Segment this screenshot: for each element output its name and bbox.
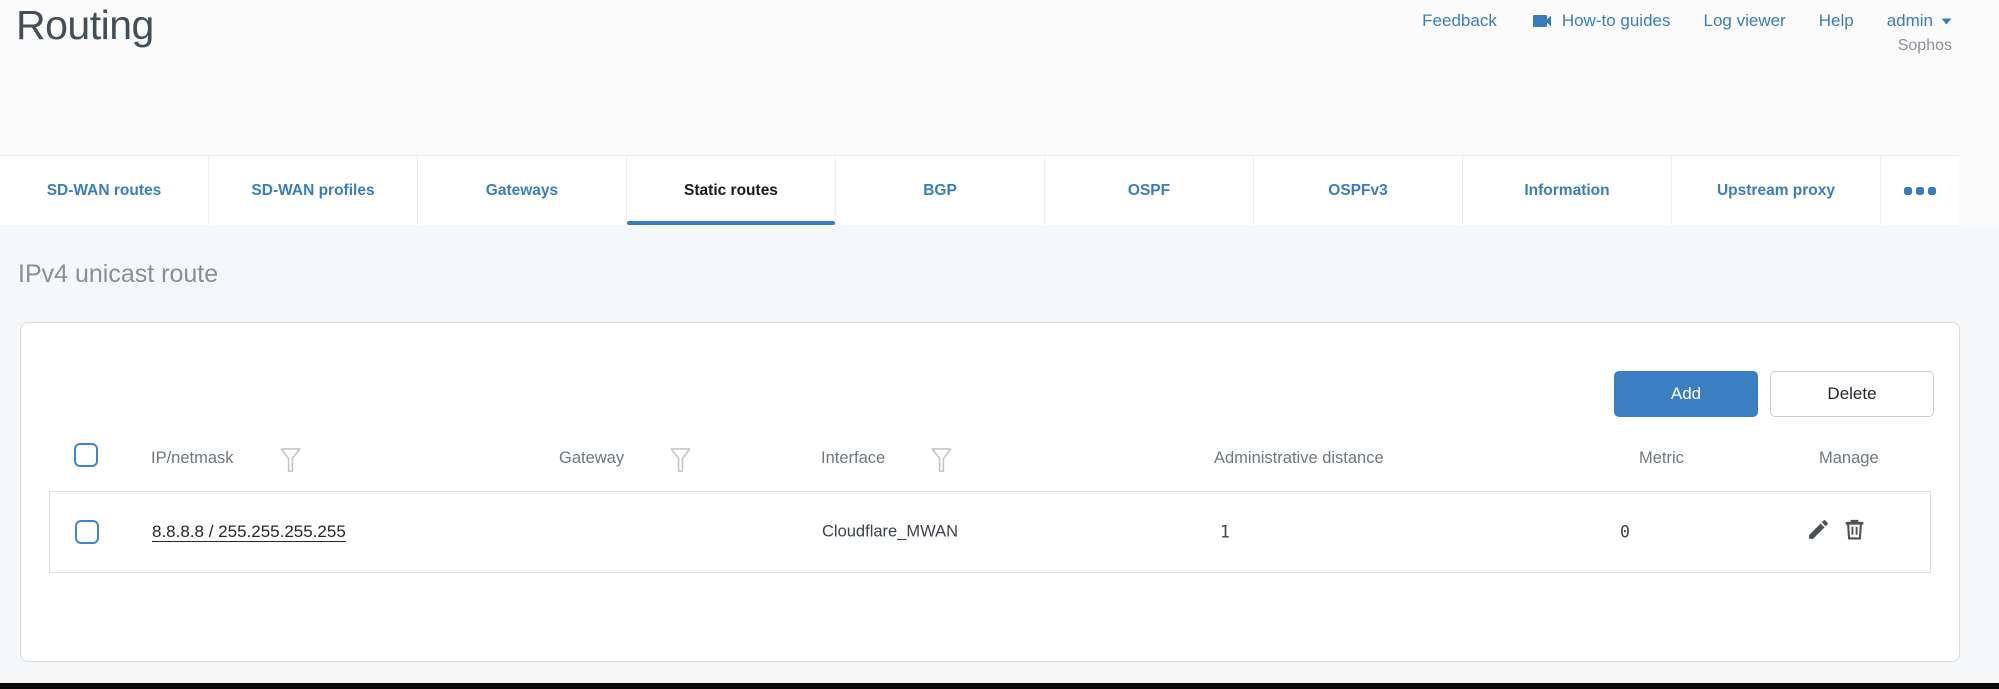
cell-metric: 0 xyxy=(1620,523,1630,542)
tab-static-routes[interactable]: Static routes xyxy=(627,156,836,225)
tab-bar: SD-WAN routes SD-WAN profiles Gateways S… xyxy=(0,155,1959,225)
column-header-ip-netmask: IP/netmask xyxy=(151,444,302,472)
ellipsis-icon xyxy=(1904,187,1936,195)
column-header-manage: Manage xyxy=(1819,444,1879,472)
manage-actions xyxy=(1806,517,1867,547)
video-camera-icon xyxy=(1530,9,1554,33)
cell-admin-distance: 1 xyxy=(1220,523,1230,542)
top-nav: Feedback How-to guides Log viewer Help a… xyxy=(1422,9,1952,33)
delete-icon[interactable] xyxy=(1842,517,1867,547)
column-header-interface: Interface xyxy=(821,444,953,472)
cell-interface: Cloudflare_MWAN xyxy=(822,523,958,542)
add-button[interactable]: Add xyxy=(1614,371,1758,417)
column-header-metric: Metric xyxy=(1639,444,1684,472)
tab-overflow-menu[interactable] xyxy=(1881,156,1959,225)
feedback-link[interactable]: Feedback xyxy=(1422,11,1497,31)
delete-button[interactable]: Delete xyxy=(1770,371,1934,417)
row-checkbox[interactable] xyxy=(75,520,99,544)
howto-guides-link[interactable]: How-to guides xyxy=(1530,9,1671,33)
table-body: 8.8.8.8 / 255.255.255.255 Cloudflare_MWA… xyxy=(49,491,1931,573)
filter-icon[interactable] xyxy=(669,442,692,474)
tab-sd-wan-profiles[interactable]: SD-WAN profiles xyxy=(209,156,418,225)
help-link[interactable]: Help xyxy=(1819,11,1854,31)
select-all-checkbox[interactable] xyxy=(74,443,98,467)
chevron-down-icon xyxy=(1941,18,1952,25)
help-label: Help xyxy=(1819,11,1854,31)
log-viewer-label: Log viewer xyxy=(1704,11,1786,31)
brand-label: Sophos xyxy=(1898,37,1952,55)
page-title: Routing xyxy=(16,2,154,49)
column-header-admin-distance: Administrative distance xyxy=(1214,444,1384,472)
filter-icon[interactable] xyxy=(279,442,302,474)
howto-guides-label: How-to guides xyxy=(1562,11,1671,31)
column-header-gateway: Gateway xyxy=(559,444,692,472)
feedback-label: Feedback xyxy=(1422,11,1497,31)
tab-upstream-proxy[interactable]: Upstream proxy xyxy=(1672,156,1881,225)
log-viewer-link[interactable]: Log viewer xyxy=(1704,11,1786,31)
admin-menu[interactable]: admin xyxy=(1887,11,1952,31)
edit-icon[interactable] xyxy=(1806,517,1831,547)
tab-information[interactable]: Information xyxy=(1463,156,1672,225)
tab-gateways[interactable]: Gateways xyxy=(418,156,627,225)
tab-sd-wan-routes[interactable]: SD-WAN routes xyxy=(0,156,209,225)
tab-bgp[interactable]: BGP xyxy=(836,156,1045,225)
bottom-bar xyxy=(0,683,1999,689)
filter-icon[interactable] xyxy=(930,442,953,474)
admin-label: admin xyxy=(1887,11,1933,31)
route-ip-link[interactable]: 8.8.8.8 / 255.255.255.255 xyxy=(152,522,346,542)
tab-ospf[interactable]: OSPF xyxy=(1045,156,1254,225)
tab-ospfv3[interactable]: OSPFv3 xyxy=(1254,156,1463,225)
routes-panel: Add Delete IP/netmask Gateway Interface … xyxy=(20,322,1960,662)
section-heading: IPv4 unicast route xyxy=(18,260,218,289)
